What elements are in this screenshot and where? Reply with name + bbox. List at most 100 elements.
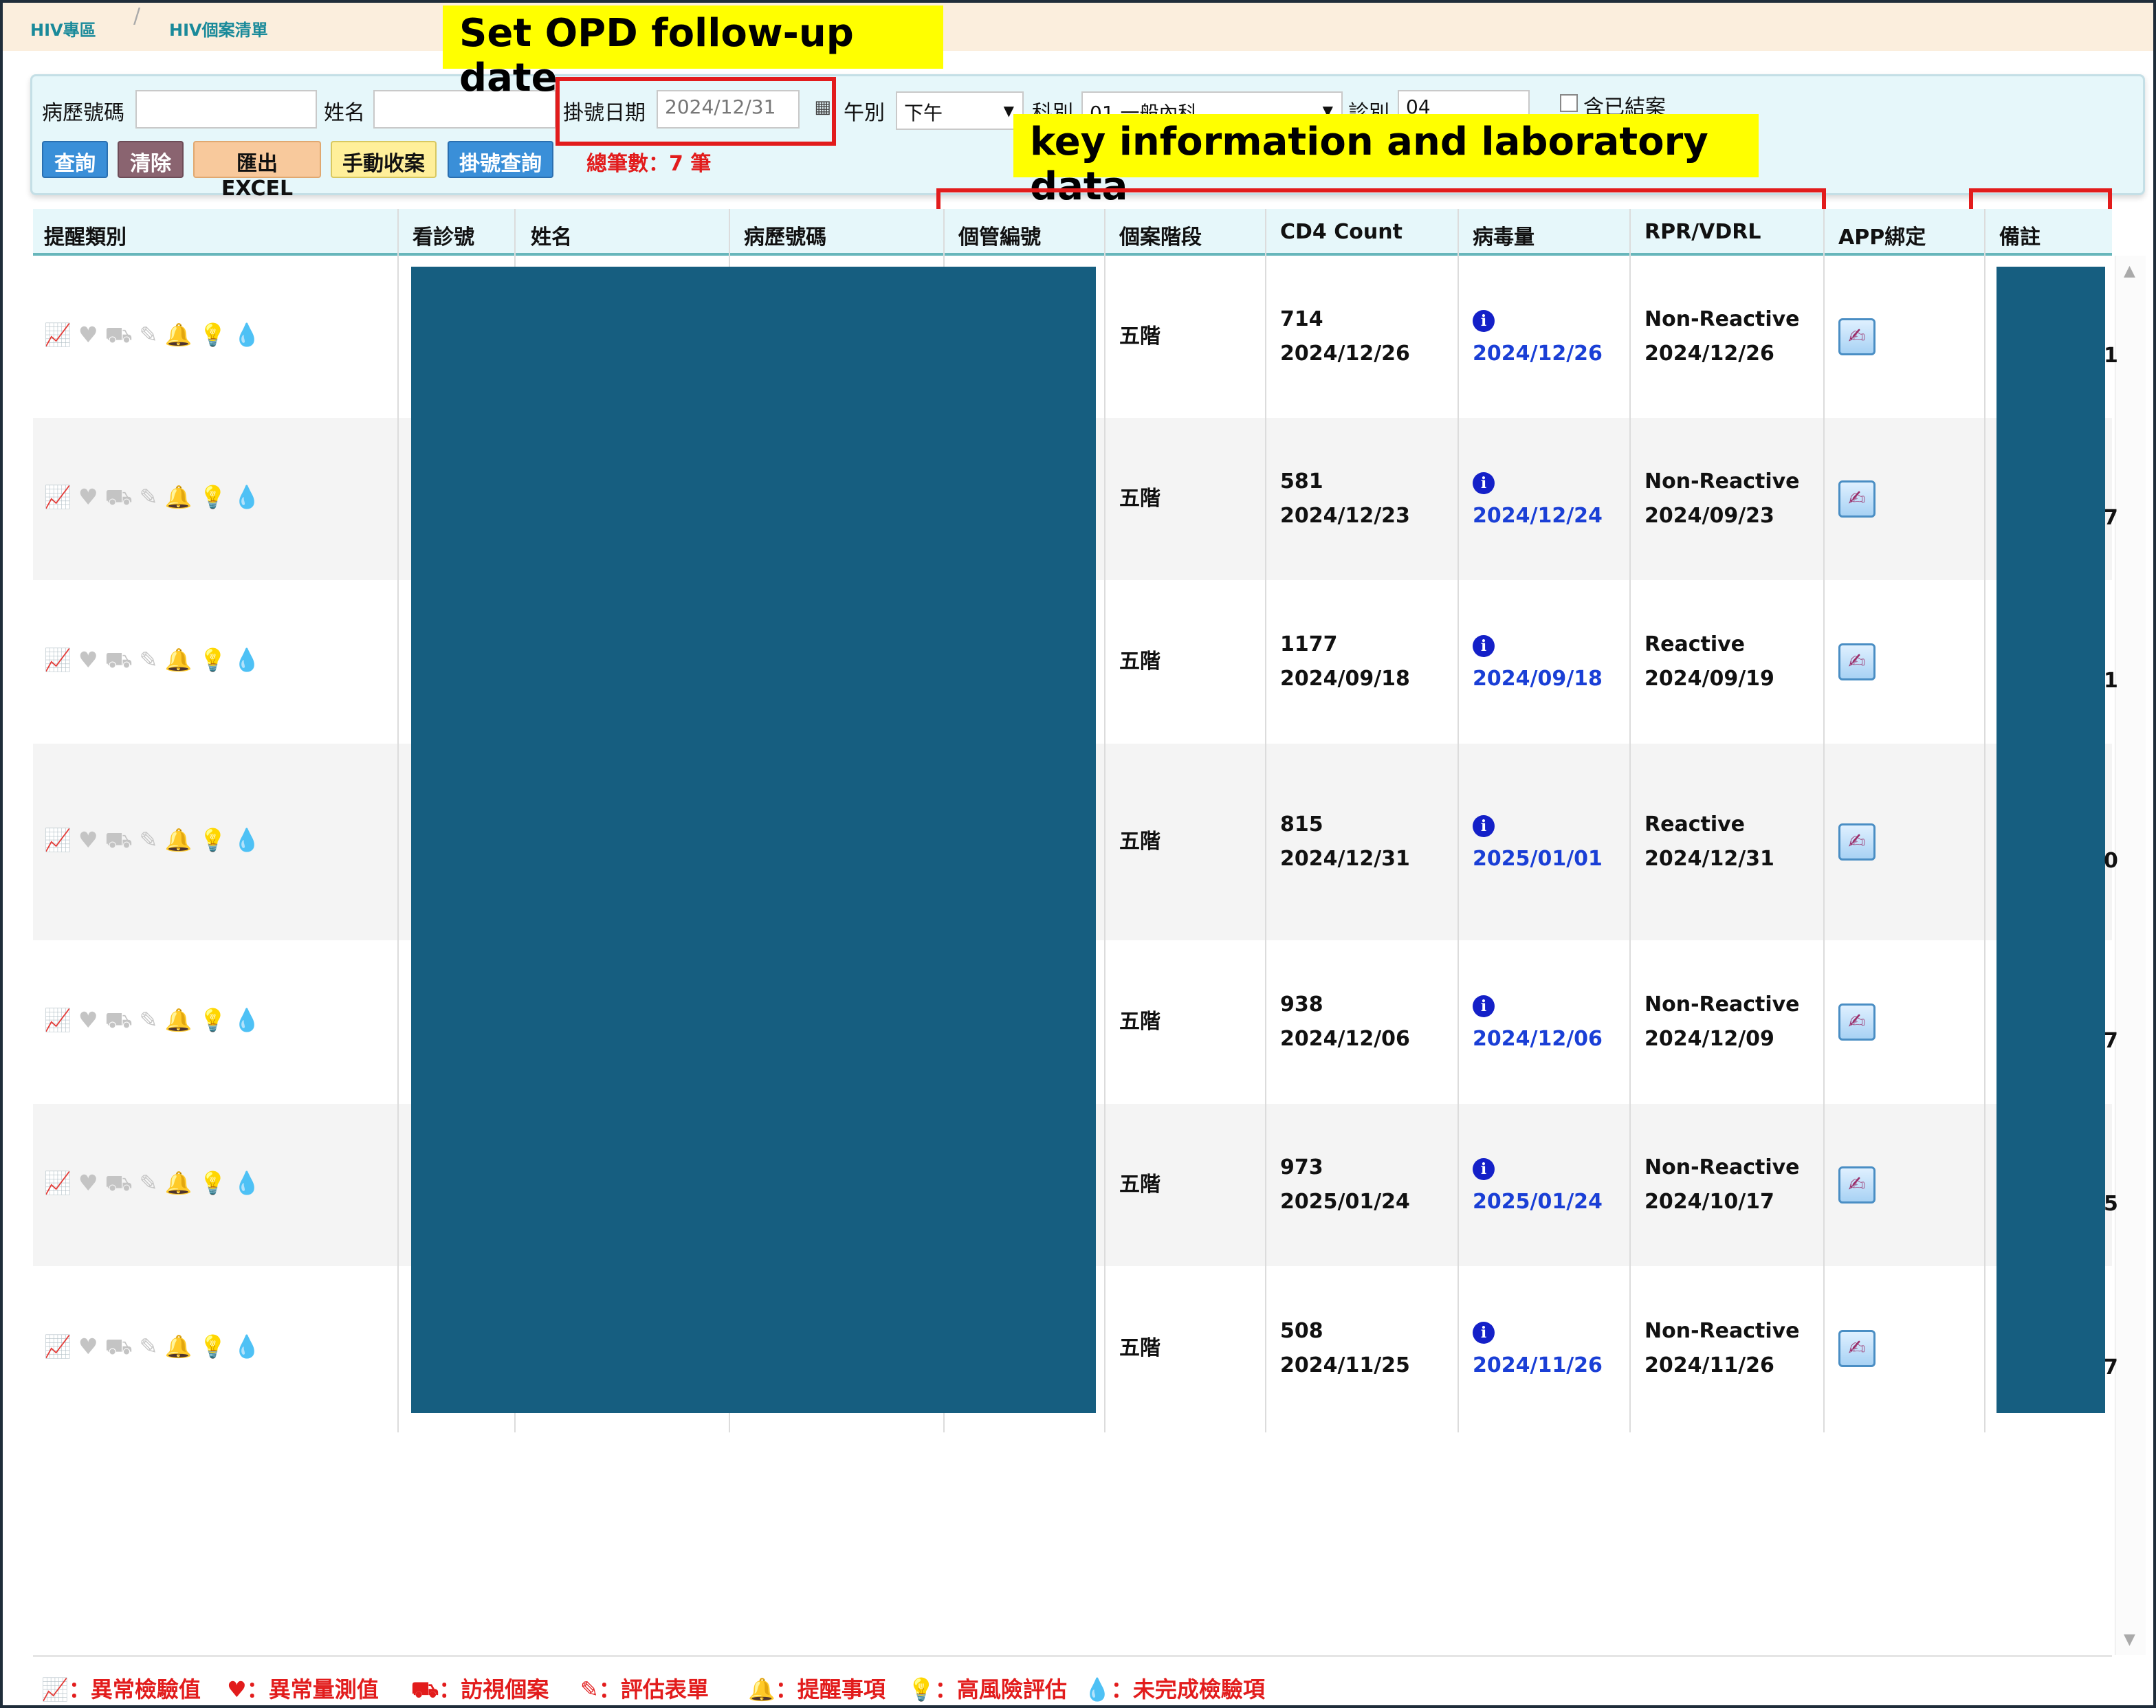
info-icon[interactable]: i xyxy=(1473,472,1495,494)
app-binding-icon[interactable]: ✍ xyxy=(1838,1330,1876,1367)
col-app-binding[interactable]: APP綁定 xyxy=(1838,220,1926,250)
visit-icon[interactable]: ⛟ xyxy=(105,1333,140,1360)
export-excel-button[interactable]: 匯出EXCEL xyxy=(193,141,321,201)
viral-load-date-link[interactable]: 2024/11/26 xyxy=(1473,1353,1603,1377)
heart-icon[interactable]: ♥ xyxy=(78,322,105,348)
chart-line-icon[interactable]: 📈 xyxy=(44,647,78,673)
form-icon[interactable]: ✎ xyxy=(140,1170,165,1196)
heart-icon[interactable]: ♥ xyxy=(78,484,105,510)
query-button[interactable]: 查詢 xyxy=(42,141,108,178)
drop-icon[interactable]: 💧 xyxy=(233,484,267,510)
lightbulb-icon[interactable]: 💡 xyxy=(199,322,233,348)
lightbulb-icon[interactable]: 💡 xyxy=(199,827,233,853)
col-case-mgmt-no[interactable]: 個管編號 xyxy=(958,220,1041,250)
heart-icon[interactable]: ♥ xyxy=(78,827,105,853)
viral-load-date-link[interactable]: 2024/09/18 xyxy=(1473,667,1603,691)
form-icon[interactable]: ✎ xyxy=(140,1333,165,1360)
lightbulb-icon[interactable]: 💡 xyxy=(199,1170,233,1196)
bell-icon[interactable]: 🔔 xyxy=(165,1170,199,1196)
viral-load-date-link[interactable]: 2025/01/24 xyxy=(1473,1190,1603,1214)
app-binding-icon[interactable]: ✍ xyxy=(1838,643,1876,680)
app-binding-icon[interactable]: ✍ xyxy=(1838,823,1876,861)
visit-icon[interactable]: ⛟ xyxy=(105,1170,140,1196)
col-visit-no[interactable]: 看診號 xyxy=(412,220,474,250)
visit-icon[interactable]: ⛟ xyxy=(105,1007,140,1033)
viral-load-cell[interactable]: i 2025/01/01 xyxy=(1473,808,1603,876)
visit-icon[interactable]: ⛟ xyxy=(105,647,140,673)
info-icon[interactable]: i xyxy=(1473,635,1495,657)
drop-icon[interactable]: 💧 xyxy=(233,1170,267,1196)
col-cd4-count[interactable]: CD4 Count xyxy=(1280,220,1402,244)
include-closed-checkbox[interactable] xyxy=(1560,94,1578,112)
viral-load-cell[interactable]: i 2024/12/06 xyxy=(1473,988,1603,1056)
info-icon[interactable]: i xyxy=(1473,1322,1495,1344)
drop-icon[interactable]: 💧 xyxy=(233,827,267,853)
drop-icon[interactable]: 💧 xyxy=(233,322,267,348)
bell-icon[interactable]: 🔔 xyxy=(165,484,199,510)
drop-icon[interactable]: 💧 xyxy=(233,1007,267,1033)
form-icon[interactable]: ✎ xyxy=(140,827,165,853)
breadcrumb-hiv-zone[interactable]: HIV專區 xyxy=(30,16,96,41)
visit-icon[interactable]: ⛟ xyxy=(105,827,140,853)
app-binding-icon[interactable]: ✍ xyxy=(1838,318,1876,355)
viral-load-cell[interactable]: i 2024/11/26 xyxy=(1473,1314,1603,1383)
scroll-up-icon[interactable]: ▲ xyxy=(2124,263,2135,280)
lightbulb-icon[interactable]: 💡 xyxy=(199,1333,233,1360)
chart-line-icon[interactable]: 📈 xyxy=(44,322,78,348)
lightbulb-icon[interactable]: 💡 xyxy=(199,647,233,673)
col-rpr-vdrl[interactable]: RPR/VDRL xyxy=(1644,220,1761,244)
heart-icon[interactable]: ♥ xyxy=(78,1170,105,1196)
viral-load-date-link[interactable]: 2024/12/26 xyxy=(1473,342,1603,366)
app-binding-icon[interactable]: ✍ xyxy=(1838,480,1876,518)
col-chart-no[interactable]: 病歷號碼 xyxy=(744,220,826,250)
info-icon[interactable]: i xyxy=(1473,995,1495,1017)
form-icon[interactable]: ✎ xyxy=(140,484,165,510)
col-case-stage[interactable]: 個案階段 xyxy=(1119,220,1202,250)
viral-load-date-link[interactable]: 2025/01/01 xyxy=(1473,847,1603,871)
chart-line-icon[interactable]: 📈 xyxy=(44,1170,78,1196)
drop-icon[interactable]: 💧 xyxy=(233,647,267,673)
col-viral-load[interactable]: 病毒量 xyxy=(1473,220,1534,250)
viral-load-cell[interactable]: i 2024/12/26 xyxy=(1473,302,1603,371)
drop-icon[interactable]: 💧 xyxy=(233,1333,267,1360)
manual-close-button[interactable]: 手動收案 xyxy=(331,141,437,178)
chart-line-icon[interactable]: 📈 xyxy=(44,484,78,510)
info-icon[interactable]: i xyxy=(1473,310,1495,332)
bell-icon[interactable]: 🔔 xyxy=(165,1007,199,1033)
visit-icon[interactable]: ⛟ xyxy=(105,484,140,510)
chart-line-icon[interactable]: 📈 xyxy=(44,827,78,853)
chart-no-input[interactable] xyxy=(135,90,317,129)
reg-query-button[interactable]: 掛號查詢 xyxy=(448,141,553,178)
chart-line-icon[interactable]: 📈 xyxy=(44,1007,78,1033)
info-icon[interactable]: i xyxy=(1473,1158,1495,1180)
session-select[interactable]: 下午 ▼ xyxy=(896,91,1024,130)
info-icon[interactable]: i xyxy=(1473,815,1495,837)
bell-icon[interactable]: 🔔 xyxy=(165,827,199,853)
form-icon[interactable]: ✎ xyxy=(140,322,165,348)
heart-icon[interactable]: ♥ xyxy=(78,1333,105,1360)
col-notes[interactable]: 備註 xyxy=(1999,220,2040,250)
heart-icon[interactable]: ♥ xyxy=(78,1007,105,1033)
visit-icon[interactable]: ⛟ xyxy=(105,322,140,348)
scroll-down-icon[interactable]: ▼ xyxy=(2124,1631,2135,1648)
breadcrumb-case-list[interactable]: HIV個案清單 xyxy=(169,16,268,41)
col-reminder-type[interactable]: 提醒類別 xyxy=(44,220,126,250)
bell-icon[interactable]: 🔔 xyxy=(165,1333,199,1360)
col-name[interactable]: 姓名 xyxy=(531,220,572,250)
bell-icon[interactable]: 🔔 xyxy=(165,647,199,673)
viral-load-date-link[interactable]: 2024/12/24 xyxy=(1473,504,1603,528)
app-binding-icon[interactable]: ✍ xyxy=(1838,1166,1876,1204)
form-icon[interactable]: ✎ xyxy=(140,647,165,673)
lightbulb-icon[interactable]: 💡 xyxy=(199,484,233,510)
bell-icon[interactable]: 🔔 xyxy=(165,322,199,348)
form-icon[interactable]: ✎ xyxy=(140,1007,165,1033)
viral-load-cell[interactable]: i 2025/01/24 xyxy=(1473,1151,1603,1219)
clear-button[interactable]: 清除 xyxy=(118,141,184,178)
viral-load-date-link[interactable]: 2024/12/06 xyxy=(1473,1027,1603,1051)
lightbulb-icon[interactable]: 💡 xyxy=(199,1007,233,1033)
app-binding-icon[interactable]: ✍ xyxy=(1838,1003,1876,1041)
viral-load-cell[interactable]: i 2024/12/24 xyxy=(1473,465,1603,533)
heart-icon[interactable]: ♥ xyxy=(78,647,105,673)
chart-line-icon[interactable]: 📈 xyxy=(44,1333,78,1360)
viral-load-cell[interactable]: i 2024/09/18 xyxy=(1473,628,1603,696)
